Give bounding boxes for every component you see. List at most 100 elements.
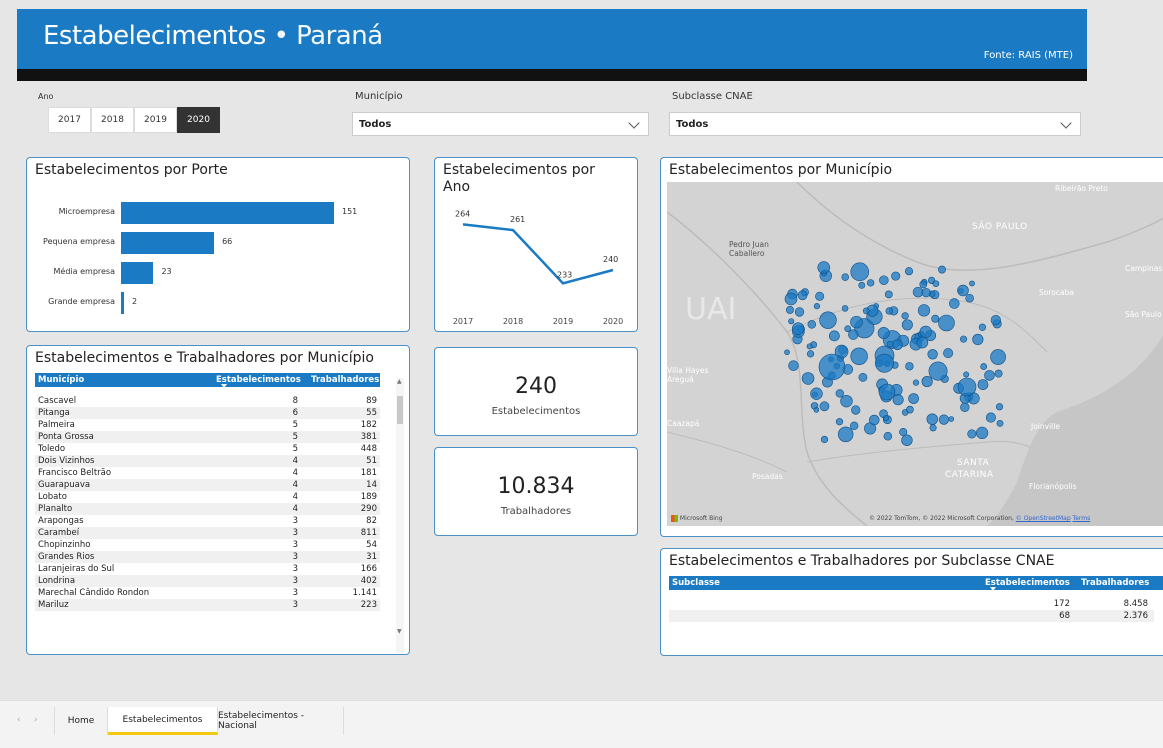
- map-bubble[interactable]: [927, 349, 938, 360]
- map-bubble[interactable]: [975, 426, 989, 440]
- ano-series-line[interactable]: [462, 223, 614, 285]
- map-bubble[interactable]: [794, 307, 805, 317]
- scroll-up-icon[interactable]: ▲: [397, 378, 402, 385]
- municipio-table-row[interactable]: Laranjeiras do Sul 3 166: [35, 563, 380, 575]
- map-bubble[interactable]: [818, 353, 846, 381]
- map-bubble[interactable]: [806, 350, 815, 358]
- municipio-table-row[interactable]: Lobato 4 189: [35, 491, 380, 503]
- map-bubble[interactable]: [806, 343, 813, 350]
- map-bubble[interactable]: [848, 329, 859, 340]
- map-bubble[interactable]: [972, 333, 984, 346]
- map-bubble[interactable]: [815, 291, 825, 301]
- map-bubble[interactable]: [878, 383, 896, 401]
- municipio-table-row[interactable]: Cascavel 8 89: [35, 395, 380, 407]
- year-button-2020[interactable]: 2020: [177, 107, 220, 133]
- map-view[interactable]: Ribeirão Preto SÃO PAULO Pedro Juan Caba…: [667, 182, 1163, 526]
- map-bubble[interactable]: [957, 377, 977, 397]
- map-bubble[interactable]: [797, 290, 808, 301]
- map-bubble[interactable]: [965, 293, 974, 303]
- municipio-table-row[interactable]: Ponta Grossa 5 381: [35, 431, 380, 443]
- map-bubble[interactable]: [813, 303, 821, 310]
- map-bubble[interactable]: [840, 394, 853, 408]
- map-bubble[interactable]: [820, 435, 829, 444]
- porte-bar[interactable]: [121, 232, 215, 254]
- map-bubble[interactable]: [938, 414, 950, 425]
- map-bubble[interactable]: [948, 416, 955, 422]
- map-bubble[interactable]: [868, 414, 880, 426]
- col-estabelecimentos[interactable]: Estabelecimentos: [985, 578, 1070, 588]
- col-trabalhadores[interactable]: Trabalhadores: [311, 375, 379, 385]
- map-bubble[interactable]: [901, 319, 913, 331]
- map-bubble[interactable]: [926, 413, 938, 425]
- municipio-table-row[interactable]: Arapongas 3 82: [35, 515, 380, 527]
- map-bubble[interactable]: [899, 428, 908, 437]
- map-bubble[interactable]: [884, 290, 893, 299]
- map-bubble[interactable]: [784, 349, 790, 356]
- map-bubble[interactable]: [921, 287, 931, 298]
- col-subclasse[interactable]: Subclasse: [672, 578, 720, 588]
- year-button-2019[interactable]: 2019: [134, 107, 177, 133]
- map-bubble[interactable]: [877, 327, 890, 339]
- map-bubble[interactable]: [967, 429, 977, 439]
- tab-estabelecimentos-nacional[interactable]: Estabelecimentos - Nacional: [218, 707, 344, 735]
- map-bubble[interactable]: [960, 402, 970, 413]
- municipio-table-row[interactable]: Toledo 5 448: [35, 443, 380, 455]
- map-bubble[interactable]: [995, 403, 1004, 411]
- map-bubble[interactable]: [786, 305, 794, 314]
- map-bubble[interactable]: [994, 369, 1003, 378]
- municipio-dropdown[interactable]: Todos: [352, 112, 649, 136]
- map-bubble[interactable]: [883, 431, 893, 441]
- map-bubble[interactable]: [819, 311, 837, 329]
- map-bubble[interactable]: [912, 286, 924, 298]
- municipio-table-scrollbar[interactable]: ▲ ▼: [396, 378, 404, 653]
- map-bubble[interactable]: [943, 348, 954, 359]
- map-bubble[interactable]: [835, 418, 844, 426]
- map-bubble[interactable]: [886, 340, 894, 348]
- map-bubble[interactable]: [851, 405, 861, 415]
- map-bubble[interactable]: [919, 325, 932, 338]
- cnae-dropdown[interactable]: Todos: [669, 112, 1081, 136]
- map-bubble[interactable]: [980, 363, 988, 370]
- col-municipio[interactable]: Município: [38, 375, 84, 385]
- map-bubble[interactable]: [784, 292, 798, 306]
- scroll-down-icon[interactable]: ▼: [397, 628, 402, 635]
- year-button-2017[interactable]: 2017: [48, 107, 91, 133]
- map-bubble[interactable]: [990, 314, 1001, 326]
- map-bubble[interactable]: [984, 370, 995, 381]
- map-bubble[interactable]: [985, 412, 996, 423]
- map-bubble-layer[interactable]: [667, 182, 1163, 526]
- map-bubble[interactable]: [932, 280, 940, 288]
- map-bubble[interactable]: [837, 426, 854, 443]
- municipio-table-row[interactable]: Pitanga 6 55: [35, 407, 380, 419]
- municipio-table-row[interactable]: Guarapuava 4 14: [35, 479, 380, 491]
- tab-estabelecimentos[interactable]: Estabelecimentos: [108, 707, 218, 735]
- map-bubble[interactable]: [906, 405, 914, 414]
- map-bubble[interactable]: [813, 407, 820, 413]
- map-bubble[interactable]: [929, 424, 937, 432]
- osm-link[interactable]: © OpenStreetMap: [1016, 515, 1071, 522]
- map-bubble[interactable]: [801, 372, 815, 385]
- map-bubble[interactable]: [917, 304, 931, 317]
- map-bubble[interactable]: [996, 419, 1004, 427]
- municipio-table-row[interactable]: Londrina 3 402: [35, 575, 380, 587]
- map-bubble[interactable]: [912, 379, 920, 386]
- porte-bar[interactable]: [121, 202, 334, 224]
- map-bubble[interactable]: [990, 349, 1006, 365]
- municipio-table-row[interactable]: Palmeira 5 182: [35, 419, 380, 431]
- map-bubble[interactable]: [901, 434, 913, 446]
- map-bubble[interactable]: [921, 376, 933, 388]
- map-bubble[interactable]: [788, 318, 795, 325]
- map-bubble[interactable]: [892, 339, 903, 351]
- map-bubble[interactable]: [908, 393, 919, 404]
- col-trabalhadores[interactable]: Trabalhadores: [1081, 578, 1149, 588]
- map-bubble[interactable]: [904, 267, 914, 276]
- map-bubble[interactable]: [850, 421, 859, 431]
- municipio-table-row[interactable]: Francisco Beltrão 4 181: [35, 467, 380, 479]
- tab-next-icon[interactable]: ›: [34, 715, 38, 725]
- tab-prev-icon[interactable]: ‹: [17, 715, 21, 725]
- map-bubble[interactable]: [931, 314, 940, 323]
- map-bubble[interactable]: [807, 320, 817, 329]
- map-bubble[interactable]: [938, 314, 955, 332]
- map-bubble[interactable]: [810, 387, 823, 400]
- map-bubble[interactable]: [885, 307, 893, 315]
